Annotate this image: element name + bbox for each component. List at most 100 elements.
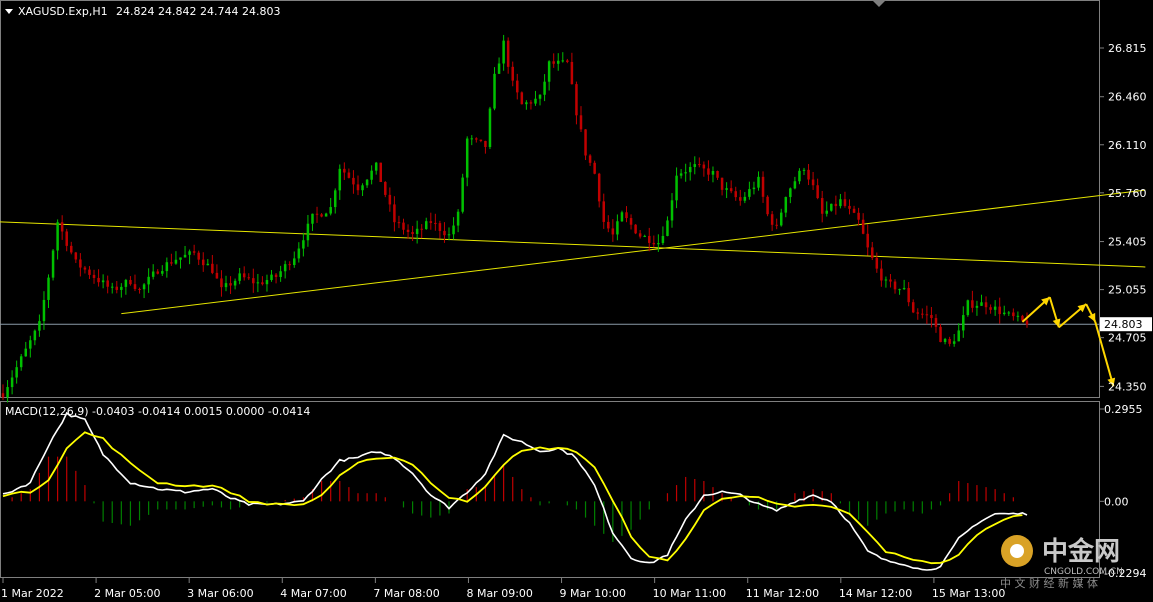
candle-body	[661, 235, 665, 244]
candle-body	[293, 258, 296, 266]
candle-body	[666, 220, 669, 236]
time-tick-label: 9 Mar 10:00	[560, 587, 626, 600]
candle-body	[88, 269, 91, 275]
candle-body	[911, 302, 915, 313]
candle-body	[347, 172, 351, 178]
candle-body	[183, 254, 187, 258]
candle-body	[224, 283, 228, 288]
candle-body	[820, 198, 824, 214]
candle-body	[802, 169, 806, 171]
candle-body	[575, 84, 578, 116]
candle-body	[830, 203, 833, 211]
candle-body	[120, 286, 123, 290]
time-tick-label: 7 Mar 08:00	[373, 587, 439, 600]
candle-body	[552, 61, 555, 64]
candle-body	[748, 189, 751, 197]
candle-body	[1007, 312, 1011, 314]
candle-body	[925, 314, 929, 316]
candle-body	[1002, 312, 1006, 315]
candle-body	[798, 170, 801, 182]
candle-body	[843, 199, 847, 206]
candle-body	[447, 234, 451, 236]
candle-body	[743, 196, 747, 201]
candle-body	[734, 191, 737, 198]
candle-body	[51, 250, 55, 278]
candle-body	[579, 115, 583, 130]
candle-body	[365, 179, 369, 186]
candle-body	[129, 279, 132, 285]
candle-body	[475, 138, 478, 140]
candle-body	[921, 313, 924, 315]
candle-body	[343, 168, 346, 173]
candle-body	[502, 40, 505, 64]
candle-body	[97, 277, 100, 283]
candle-body	[966, 300, 970, 316]
candle-body	[993, 306, 997, 310]
candle-body	[939, 326, 942, 343]
candle-body	[998, 306, 1001, 315]
candle-body	[711, 170, 715, 175]
candle-body	[848, 205, 851, 209]
candle-body	[192, 251, 196, 253]
candle-body	[720, 177, 724, 190]
candle-body	[384, 181, 387, 195]
candle-body	[33, 330, 37, 341]
candle-body	[593, 162, 596, 174]
candle-body	[352, 177, 355, 185]
candle-body	[165, 262, 169, 272]
watermark-logo-inner-icon	[1010, 544, 1024, 558]
candle-body	[884, 279, 888, 281]
candle-body	[452, 225, 455, 235]
candle-body	[761, 176, 765, 197]
candle-body	[643, 235, 646, 237]
candle-body	[525, 102, 528, 105]
candle-body	[288, 264, 291, 266]
candle-body	[406, 229, 410, 232]
candle-body	[333, 190, 337, 208]
candle-body	[211, 263, 214, 273]
candle-body	[757, 176, 760, 188]
candle-body	[698, 164, 701, 166]
candle-body	[233, 280, 237, 286]
candle-body	[283, 264, 287, 272]
candle-body	[693, 164, 697, 167]
candle-body	[42, 299, 46, 322]
candle-body	[675, 175, 678, 201]
candle-body	[79, 259, 82, 268]
candle-body	[429, 221, 433, 223]
price-tick-label: 24.705	[1108, 332, 1147, 345]
candle-body	[220, 278, 223, 288]
candle-body	[411, 231, 414, 235]
candle-body	[602, 201, 605, 222]
candle-body	[106, 280, 109, 287]
candle-body	[980, 302, 983, 306]
candle	[384, 181, 387, 198]
candle-body	[907, 287, 910, 303]
candle-body	[60, 222, 64, 232]
candle-body	[242, 273, 246, 278]
candle-body	[688, 166, 692, 173]
candle-body	[948, 338, 951, 344]
candle-body	[538, 94, 542, 99]
candle-body	[261, 282, 264, 285]
candle-body	[206, 263, 210, 266]
candle-body	[361, 185, 364, 191]
candle-body	[38, 321, 41, 331]
candle-body	[943, 338, 947, 343]
candle-body	[465, 138, 469, 178]
candle-body	[29, 340, 32, 349]
candle-body	[147, 276, 150, 285]
time-tick-label: 8 Mar 09:00	[466, 587, 532, 600]
candle-body	[115, 286, 119, 290]
candle-body	[306, 223, 310, 241]
candle-body	[679, 173, 683, 176]
macd-tick-label: 0.00	[1104, 495, 1129, 508]
time-tick-label: 15 Mar 13:00	[932, 587, 1005, 600]
candle-body	[456, 211, 460, 226]
candle-body	[479, 139, 483, 141]
candle-body	[110, 286, 114, 288]
candle-body	[397, 222, 401, 224]
chart-svg[interactable]: 26.815 26.460 26.110 25.760 25.405 25.055 24.7…	[0, 0, 1153, 602]
candle-body	[561, 60, 565, 62]
candle-body	[989, 307, 992, 310]
